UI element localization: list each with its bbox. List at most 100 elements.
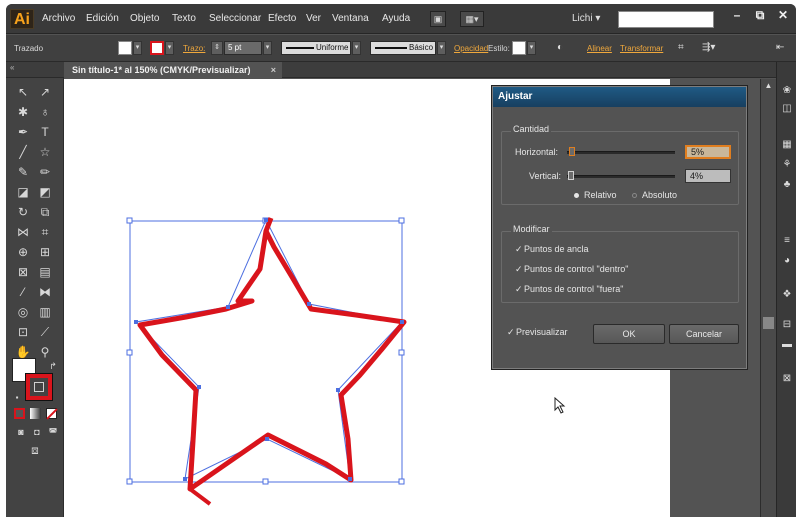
- menu-archivo[interactable]: Archivo: [42, 13, 75, 24]
- star-stroke[interactable]: [137, 217, 407, 492]
- ok-button[interactable]: OK: [593, 324, 665, 344]
- symbol-sprayer-tool-icon[interactable]: ◎: [14, 304, 32, 320]
- star-tool-icon[interactable]: ☆: [36, 144, 54, 160]
- preview-checkbox[interactable]: ✓: [507, 327, 515, 338]
- opacity-link[interactable]: Opacidad: [454, 44, 488, 53]
- swatches-icon[interactable]: ▦: [780, 138, 794, 152]
- graphic-styles-icon[interactable]: ⊠: [780, 372, 794, 386]
- direct-selection-tool-icon[interactable]: ↗: [36, 84, 54, 100]
- document-tab[interactable]: Sin título-1* al 150% (CMYK/Previsualiza…: [64, 62, 282, 78]
- perspective-grid-tool-icon[interactable]: ⊞: [36, 244, 54, 260]
- color-mode-icon[interactable]: [14, 408, 25, 419]
- horizontal-slider-thumb[interactable]: [569, 147, 576, 156]
- recolor-artwork-icon[interactable]: ◐: [557, 42, 563, 54]
- bridge-icon[interactable]: ▣: [430, 11, 446, 27]
- scrollbar-thumb[interactable]: [763, 317, 774, 329]
- menu-seleccionar[interactable]: Seleccionar: [209, 13, 261, 24]
- menu-efecto[interactable]: Efecto: [268, 13, 296, 24]
- out-control-points-checkbox[interactable]: ✓: [515, 284, 523, 295]
- stroke-panel-icon[interactable]: ≡: [780, 234, 794, 248]
- menu-objeto[interactable]: Objeto: [130, 13, 159, 24]
- collapse-tools-icon[interactable]: «: [10, 63, 14, 72]
- rotate-tool-icon[interactable]: ↻: [14, 204, 32, 220]
- pencil-tool-icon[interactable]: ✏: [36, 164, 54, 180]
- stroke-weight-dropdown[interactable]: ▾: [263, 41, 272, 55]
- transform-link[interactable]: Transformar: [620, 44, 663, 53]
- type-tool-icon[interactable]: T: [36, 124, 54, 140]
- graphic-style-dropdown[interactable]: ▾: [527, 41, 536, 55]
- menu-ayuda[interactable]: Ayuda: [382, 13, 410, 24]
- stroke-swatch-dropdown[interactable]: ▾: [165, 41, 174, 55]
- shape-builder-tool-icon[interactable]: ⊕: [14, 244, 32, 260]
- arrange-documents-icon[interactable]: ▦▾: [460, 11, 484, 27]
- panel-menu-icon[interactable]: ⇤: [776, 42, 784, 54]
- width-tool-icon[interactable]: ⋈: [14, 224, 32, 240]
- eyedropper-tool-icon[interactable]: ⁄: [14, 284, 32, 300]
- menu-edicion[interactable]: Edición: [86, 13, 119, 24]
- mesh-tool-icon[interactable]: ⊠: [14, 264, 32, 280]
- absolute-radio[interactable]: [632, 193, 637, 198]
- screen-mode-icon[interactable]: ⧈: [26, 442, 44, 458]
- gradient-tool-icon[interactable]: ▤: [36, 264, 54, 280]
- artboards-icon[interactable]: ⊟: [780, 318, 794, 332]
- stroke-panel-link[interactable]: Trazo:: [183, 44, 205, 53]
- menu-ventana[interactable]: Ventana: [332, 13, 369, 24]
- blend-tool-icon[interactable]: ⧓: [36, 284, 54, 300]
- layers-icon[interactable]: ❖: [780, 288, 794, 302]
- isolate-group-icon[interactable]: ⌗: [678, 42, 684, 54]
- default-colors-icon[interactable]: ▪: [8, 390, 26, 406]
- color-panel-icon[interactable]: ❀: [780, 84, 794, 98]
- vertical-scrollbar[interactable]: ▲: [760, 79, 776, 517]
- minimize-button[interactable]: –: [726, 7, 748, 24]
- search-input[interactable]: [618, 11, 714, 28]
- lasso-tool-icon[interactable]: ♁: [36, 104, 54, 120]
- vertical-slider[interactable]: [567, 175, 675, 178]
- variable-width-profile[interactable]: Uniforme: [281, 41, 351, 55]
- variable-width-dropdown[interactable]: ▾: [352, 41, 361, 55]
- gradient-panel-icon[interactable]: ◕: [780, 254, 794, 268]
- appearance-icon[interactable]: ▬: [780, 338, 794, 352]
- none-mode-icon[interactable]: [46, 408, 58, 420]
- column-graph-tool-icon[interactable]: ▥: [36, 304, 54, 320]
- document-tab-close-icon[interactable]: ×: [271, 62, 276, 78]
- menu-ver[interactable]: Ver: [306, 13, 321, 24]
- stroke-swatch[interactable]: [150, 41, 164, 55]
- in-control-points-checkbox[interactable]: ✓: [515, 264, 523, 275]
- draw-inside-icon[interactable]: ◚: [44, 424, 62, 440]
- gradient-mode-icon[interactable]: [30, 408, 41, 419]
- fill-dropdown[interactable]: ▾: [133, 41, 142, 55]
- maximize-button[interactable]: ⧉: [749, 7, 771, 24]
- scroll-up-arrow-icon[interactable]: ▲: [761, 81, 776, 90]
- anchor-points[interactable]: [134, 218, 404, 481]
- bounding-box-handles[interactable]: [126, 217, 405, 485]
- blob-brush-tool-icon[interactable]: ◪: [14, 184, 32, 200]
- stroke-color-box[interactable]: [26, 374, 52, 400]
- align-link[interactable]: Alinear: [587, 44, 612, 53]
- slice-tool-icon[interactable]: ⟋: [36, 324, 54, 340]
- menu-texto[interactable]: Texto: [172, 13, 196, 24]
- stroke-weight-stepper[interactable]: ⇕: [211, 41, 223, 55]
- stroke-weight-field[interactable]: 5 pt: [224, 41, 262, 55]
- brush-dropdown[interactable]: ▾: [437, 41, 446, 55]
- horizontal-value-field[interactable]: 5%: [685, 145, 731, 159]
- brushes-icon[interactable]: ⚘: [780, 158, 794, 172]
- eraser-tool-icon[interactable]: ◩: [36, 184, 54, 200]
- paintbrush-tool-icon[interactable]: ✎: [14, 164, 32, 180]
- magic-wand-tool-icon[interactable]: ✱: [14, 104, 32, 120]
- close-button[interactable]: ✕: [772, 7, 794, 24]
- pen-tool-icon[interactable]: ✒: [14, 124, 32, 140]
- cancel-button[interactable]: Cancelar: [669, 324, 739, 344]
- vertical-value-field[interactable]: 4%: [685, 169, 731, 183]
- swap-fill-stroke-icon[interactable]: ↱: [44, 358, 62, 374]
- anchor-points-checkbox[interactable]: ✓: [515, 244, 523, 255]
- symbols-icon[interactable]: ♣: [780, 178, 794, 192]
- selection-tool-icon[interactable]: ↖: [14, 84, 32, 100]
- artboard-tool-icon[interactable]: ⊡: [14, 324, 32, 340]
- brush-definition[interactable]: Básico: [370, 41, 436, 55]
- graphic-style-swatch[interactable]: [512, 41, 526, 55]
- line-tool-icon[interactable]: ╱: [14, 144, 32, 160]
- dialog-title[interactable]: Ajustar: [493, 87, 746, 107]
- vertical-slider-thumb[interactable]: [568, 171, 575, 180]
- relative-radio[interactable]: [574, 193, 579, 198]
- color-guide-icon[interactable]: ◫: [780, 102, 794, 116]
